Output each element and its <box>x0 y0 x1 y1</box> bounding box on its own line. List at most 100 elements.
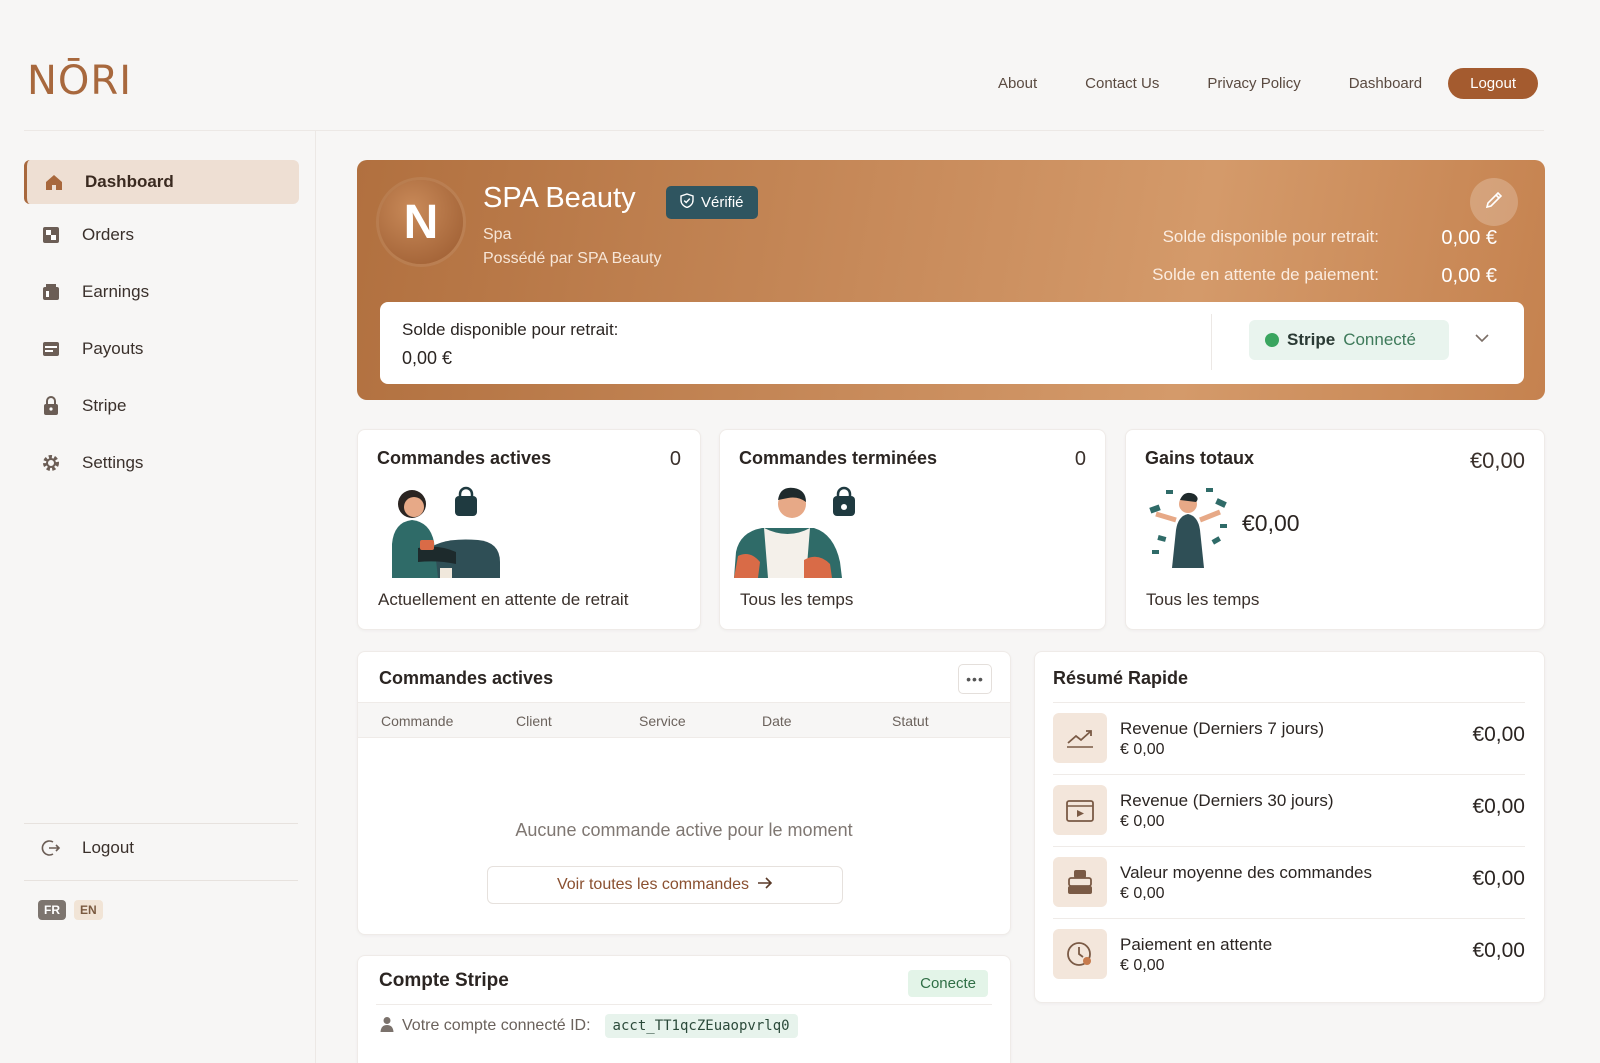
arrow-right-icon <box>757 876 773 894</box>
business-hero: N SPA Beauty Vérifié Spa Possédé par SPA… <box>357 160 1545 400</box>
stat-subtitle: Actuellement en attente de retrait <box>378 590 629 609</box>
summary-row: Paiement en attente € 0,00 €0,00 <box>1053 918 1525 990</box>
active-orders-stat-card: Commandes actives 0 Actuellement en atte… <box>357 429 701 630</box>
more-options-button[interactable]: ••• <box>958 664 992 694</box>
language-en-button[interactable]: EN <box>74 900 103 920</box>
summary-row: Revenue (Derniers 30 jours) € 0,00 €0,00 <box>1053 774 1525 846</box>
summary-value: €0,00 <box>1472 795 1525 818</box>
stat-subtitle: Tous les temps <box>740 590 854 609</box>
orders-icon <box>40 224 62 246</box>
nav-about-link[interactable]: About <box>998 75 1037 92</box>
pending-balance-label: Solde en attente de paiement: <box>1152 265 1379 284</box>
sidebar-item-settings[interactable]: Settings <box>24 441 299 485</box>
cash-register-icon <box>1053 857 1107 907</box>
woman-reading-illustration <box>378 482 508 583</box>
stat-title: Commandes terminées <box>739 448 938 468</box>
column-header[interactable]: Date <box>762 713 792 729</box>
summary-label: Revenue (Derniers 7 jours) <box>1120 719 1325 738</box>
nav-dashboard-link[interactable]: Dashboard <box>1349 75 1422 92</box>
verified-label: Vérifié <box>701 194 744 211</box>
sidebar-item-stripe[interactable]: Stripe <box>24 384 299 428</box>
stat-subtitle: Tous les temps <box>1146 590 1260 609</box>
home-icon <box>43 171 65 193</box>
sidebar-divider <box>24 823 298 824</box>
app-frame: NŌRI About Contact Us Privacy Policy Das… <box>0 0 1600 1063</box>
sidebar-item-payouts[interactable]: Payouts <box>24 327 299 371</box>
withdrawal-label: Solde disponible pour retrait: <box>402 320 619 339</box>
business-avatar: N <box>379 180 463 264</box>
chef-illustration <box>734 482 864 583</box>
stripe-account-title: Compte Stripe <box>379 970 509 991</box>
stat-title: Gains totaux <box>1145 448 1255 468</box>
business-name: SPA Beauty <box>483 182 636 214</box>
verified-badge: Vérifié <box>666 186 758 219</box>
sidebar-item-orders[interactable]: Orders <box>24 213 299 257</box>
business-owner: Possédé par SPA Beauty <box>483 250 662 267</box>
active-orders-table-card: Commandes actives ••• Commande Client Se… <box>357 651 1011 935</box>
video-calendar-icon <box>1053 785 1107 835</box>
stat-count: €0,00 <box>1469 448 1525 473</box>
summary-row: Valeur moyenne des commandes € 0,00 €0,0… <box>1053 846 1525 918</box>
card-divider <box>376 1004 992 1005</box>
total-earnings-stat-card: Gains totaux €0,00 €0,00 Tous les temps <box>1125 429 1545 630</box>
chevron-down-icon[interactable] <box>1474 330 1490 348</box>
shield-check-icon <box>680 193 694 212</box>
table-title: Commandes actives <box>379 668 554 688</box>
sidebar-item-label: Dashboard <box>85 172 174 191</box>
column-header[interactable]: Statut <box>892 713 929 729</box>
summary-subvalue: € 0,00 <box>1120 813 1165 830</box>
status-dot-icon <box>1265 333 1279 347</box>
earnings-amount: €0,00 <box>1242 510 1300 536</box>
money-celebration-illustration <box>1146 486 1230 573</box>
available-balance-row: Solde disponible pour retrait: 0,00 € <box>1059 227 1497 250</box>
stat-title: Commandes actives <box>377 448 552 468</box>
empty-state-message: Aucune commande active pour le moment <box>515 820 853 840</box>
nav-privacy-link[interactable]: Privacy Policy <box>1207 75 1300 92</box>
header-logout-button[interactable]: Logout <box>1448 68 1538 99</box>
language-switcher: FR EN <box>38 900 103 920</box>
sidebar-item-dashboard[interactable]: Dashboard <box>24 160 299 204</box>
summary-subvalue: € 0,00 <box>1120 741 1165 758</box>
summary-title: Résumé Rapide <box>1053 668 1189 688</box>
summary-value: €0,00 <box>1472 867 1525 890</box>
sidebar-logout[interactable]: Logout <box>24 826 299 870</box>
payouts-icon <box>40 338 62 360</box>
pending-balance-row: Solde en attente de paiement: 0,00 € <box>1059 265 1497 288</box>
column-header[interactable]: Commande <box>381 713 453 729</box>
earnings-icon <box>40 281 62 303</box>
column-header[interactable]: Service <box>639 713 686 729</box>
sidebar-item-label: Logout <box>82 838 134 857</box>
gear-icon <box>40 452 62 474</box>
clock-icon <box>1053 929 1107 979</box>
sidebar-item-earnings[interactable]: Earnings <box>24 270 299 314</box>
stat-count: 0 <box>1074 448 1086 470</box>
summary-subvalue: € 0,00 <box>1120 957 1165 974</box>
view-all-orders-button[interactable]: Voir toutes les commandes <box>487 866 843 904</box>
stripe-status-pill[interactable]: Stripe Connecté <box>1249 320 1449 360</box>
lock-icon <box>40 395 62 417</box>
stripe-account-card: Compte Stripe Conecte Votre compte conne… <box>357 955 1011 1063</box>
edit-profile-button[interactable] <box>1470 178 1518 226</box>
stripe-connected-badge: Conecte <box>908 970 988 997</box>
summary-value: €0,00 <box>1472 723 1525 746</box>
withdrawal-card: Solde disponible pour retrait: 0,00 € St… <box>380 302 1524 384</box>
nav-contact-link[interactable]: Contact Us <box>1085 75 1159 92</box>
summary-label: Paiement en attente <box>1120 935 1273 954</box>
user-icon <box>380 1016 394 1037</box>
brand-logo[interactable]: NŌRI <box>27 58 132 104</box>
stripe-label: Stripe <box>1287 330 1336 349</box>
withdrawal-value: 0,00 € <box>402 348 453 368</box>
pencil-icon <box>1483 189 1505 216</box>
table-header: Commande Client Service Date Statut <box>358 702 1010 738</box>
top-navigation: About Contact Us Privacy Policy Dashboar… <box>950 68 1538 99</box>
language-fr-button[interactable]: FR <box>38 900 66 920</box>
sidebar-item-label: Settings <box>82 453 144 472</box>
available-balance-value: 0,00 € <box>1441 227 1497 249</box>
stat-count: 0 <box>669 448 681 470</box>
card-divider <box>1211 314 1212 370</box>
account-id-value[interactable]: acct_TT1qcZEuaopvrlq0 <box>604 1014 798 1038</box>
quick-summary-card: Résumé Rapide Revenue (Derniers 7 jours)… <box>1034 651 1545 1003</box>
business-type: Spa <box>483 226 512 243</box>
account-id-label: Votre compte connecté ID: <box>402 1017 591 1034</box>
column-header[interactable]: Client <box>516 713 552 729</box>
